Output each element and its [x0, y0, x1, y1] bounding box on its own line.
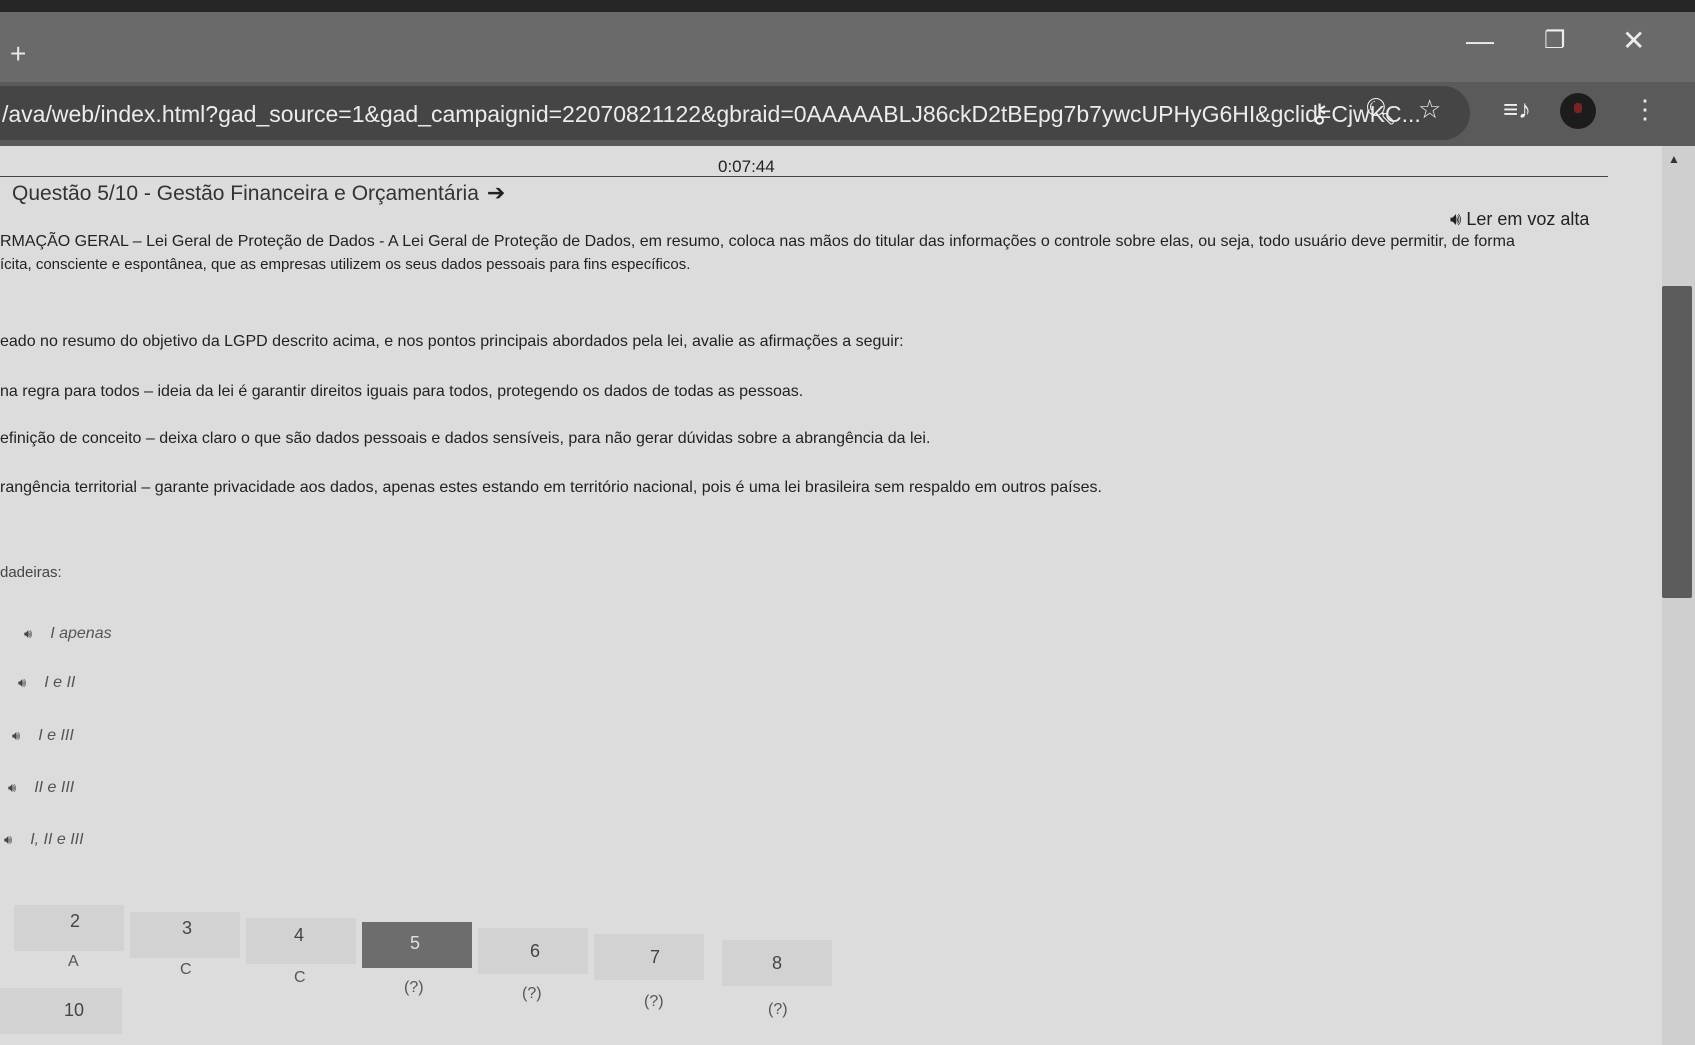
speaker-icon: 🔊︎ [1450, 209, 1462, 229]
pager-cell-2[interactable] [14, 905, 124, 951]
pager-number[interactable]: 8 [772, 953, 782, 974]
pager-number[interactable]: 4 [294, 925, 304, 946]
arrow-right-icon[interactable]: ➔ [487, 180, 505, 205]
pager-number[interactable]: 2 [70, 911, 80, 932]
pager-answer: (?) [768, 1001, 788, 1018]
pager-number[interactable]: 7 [650, 947, 660, 968]
zoom-icon[interactable]: 🔍︎ [1364, 98, 1397, 124]
answer-option[interactable]: 🔊︎ I, II e III [4, 831, 84, 849]
pager-answer: C [180, 961, 192, 978]
answer-option-label[interactable]: I, II e III [30, 831, 83, 848]
pager-number[interactable]: 3 [182, 918, 192, 939]
answer-option[interactable]: 🔊︎ II e III [8, 779, 74, 797]
speaker-icon[interactable]: 🔊︎ [18, 675, 26, 690]
scroll-up-icon[interactable]: ▲ [1668, 152, 1680, 166]
close-icon[interactable]: ✕ [1622, 26, 1645, 56]
statement-2: efinição de conceito – deixa claro o que… [0, 430, 931, 447]
scrollbar-thumb[interactable] [1662, 286, 1692, 598]
answer-option-label[interactable]: I e II [44, 674, 75, 691]
speaker-icon[interactable]: 🔊︎ [12, 728, 20, 743]
browser-tab-strip [0, 0, 1695, 82]
read-aloud-label: Ler em voz alta [1466, 209, 1590, 229]
statement-3: rangência territorial – garante privacid… [0, 479, 1102, 496]
question-title: Questão 5/10 - Gestão Financeira e Orçam… [12, 180, 505, 206]
pager-cell-10[interactable] [0, 988, 122, 1034]
pager-number[interactable]: 6 [530, 941, 540, 962]
answer-option[interactable]: 🔊︎ I e II [18, 674, 75, 692]
choices-label: dadeiras: [0, 564, 62, 581]
speaker-icon[interactable]: 🔊︎ [24, 626, 32, 641]
answer-option[interactable]: 🔊︎ I apenas [24, 625, 112, 643]
pager-answer: (?) [404, 979, 424, 996]
avatar[interactable] [1560, 93, 1596, 129]
restore-icon[interactable]: ❐ [1544, 26, 1566, 56]
statement-1: na regra para todos – ideia da lei é gar… [0, 383, 804, 400]
pager-number[interactable]: 10 [64, 1000, 84, 1021]
pager-answer: C [294, 969, 306, 986]
url-text[interactable]: /ava/web/index.html?gad_source=1&gad_cam… [2, 101, 1421, 128]
pager-answer: (?) [644, 993, 664, 1010]
speaker-icon[interactable]: 🔊︎ [4, 832, 12, 847]
pager-answer: A [68, 953, 79, 970]
timer: 0:07:44 [718, 157, 775, 176]
menu-icon[interactable]: ⋮ [1632, 96, 1658, 122]
answer-option[interactable]: 🔊︎ I e III [12, 727, 74, 745]
new-tab-icon[interactable]: + [10, 40, 26, 68]
window-frame [0, 0, 1695, 12]
question-body-line-1: RMAÇÃO GERAL – Lei Geral de Proteção de … [0, 233, 1515, 250]
pager-number-active[interactable]: 5 [410, 933, 420, 954]
page-content [0, 146, 1662, 1045]
question-body-line-2: ícita, consciente e espontânea, que as e… [0, 256, 691, 273]
key-icon[interactable]: ⚷ [1310, 100, 1329, 126]
minimize-icon[interactable]: — [1466, 26, 1494, 56]
media-control-icon[interactable]: ≡♪ [1503, 96, 1531, 122]
question-title-text: Questão 5/10 - Gestão Financeira e Orçam… [12, 182, 479, 205]
read-aloud-button[interactable]: 🔊︎ Ler em voz alta [1450, 209, 1589, 230]
timer-divider [0, 176, 1608, 177]
answer-option-label[interactable]: I e III [38, 727, 74, 744]
pager-answer: (?) [522, 985, 542, 1002]
bookmark-star-icon[interactable]: ☆ [1418, 96, 1441, 122]
answer-option-label[interactable]: II e III [34, 779, 74, 796]
speaker-icon[interactable]: 🔊︎ [8, 780, 16, 795]
question-prompt: eado no resumo do objetivo da LGPD descr… [0, 333, 904, 350]
pager-cell-7[interactable] [594, 934, 704, 980]
answer-option-label[interactable]: I apenas [50, 625, 111, 642]
